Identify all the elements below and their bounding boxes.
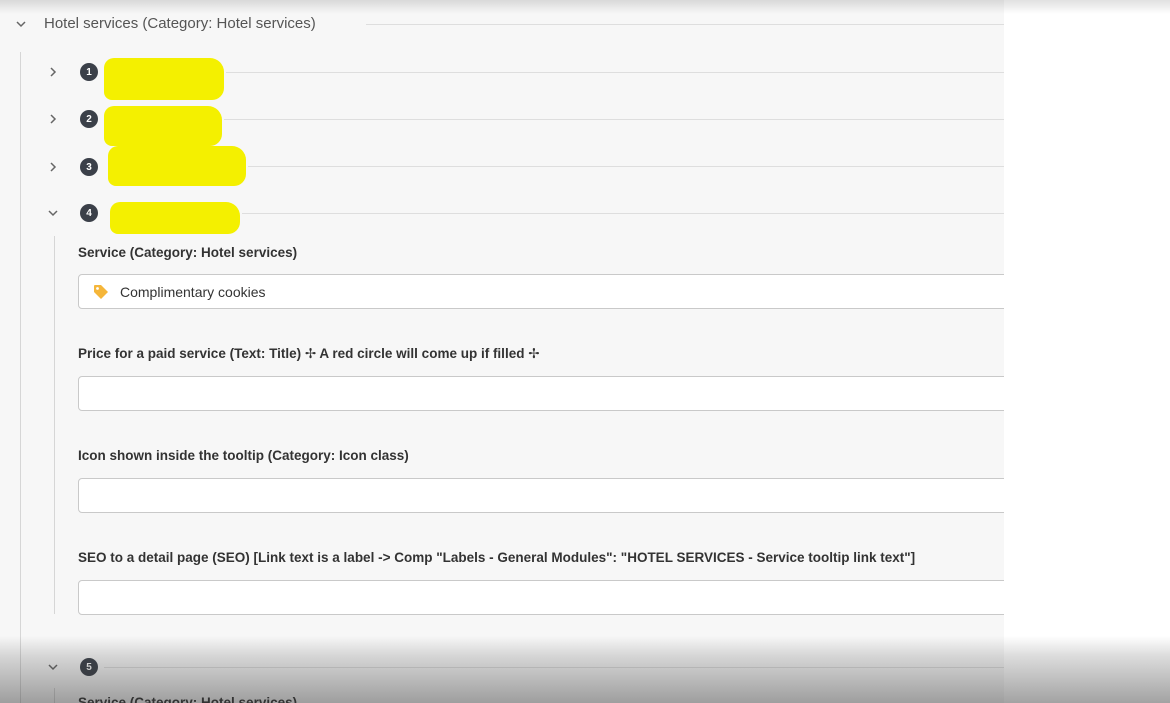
service-label: Service (Category: Hotel services) [78,695,298,703]
item-divider [104,667,1004,668]
tag-icon [92,283,110,301]
item-guide-line [54,236,55,614]
item-number-badge[interactable]: 4 [80,204,98,222]
hotel-services-panel: Hotel services (Category: Hotel services… [0,0,1004,703]
chevron-down-icon[interactable] [14,17,28,31]
chevron-right-icon[interactable] [46,112,60,126]
item-divider [224,119,1004,120]
section-divider [366,24,1004,25]
price-input[interactable] [78,376,1004,411]
redaction-highlight [104,106,222,146]
item-number-badge[interactable]: 1 [80,63,98,81]
item-number-badge[interactable]: 3 [80,158,98,176]
item-guide-line [54,688,55,703]
section-guide-line [20,52,21,703]
item-divider [242,213,1004,214]
chevron-right-icon[interactable] [46,160,60,174]
item-number-badge[interactable]: 5 [80,658,98,676]
redaction-highlight [110,202,240,234]
seo-label: SEO to a detail page (SEO) [Link text is… [78,550,916,565]
section-title[interactable]: Hotel services (Category: Hotel services… [44,14,316,34]
item-number-badge[interactable]: 2 [80,110,98,128]
blank-area [1004,0,1170,703]
icon-label: Icon shown inside the tooltip (Category:… [78,448,409,463]
item-divider [226,72,1004,73]
service-select[interactable]: Complimentary cookies [78,274,1004,309]
icon-class-input[interactable] [78,478,1004,513]
chevron-down-icon[interactable] [46,660,60,674]
item-divider [248,166,1004,167]
service-value: Complimentary cookies [120,283,266,300]
redaction-highlight [104,58,224,100]
service-label: Service (Category: Hotel services) [78,245,298,260]
price-label: Price for a paid service (Text: Title) ✢… [78,346,540,361]
seo-input[interactable] [78,580,1004,615]
chevron-down-icon[interactable] [46,206,60,220]
redaction-highlight [108,146,246,186]
chevron-right-icon[interactable] [46,65,60,79]
